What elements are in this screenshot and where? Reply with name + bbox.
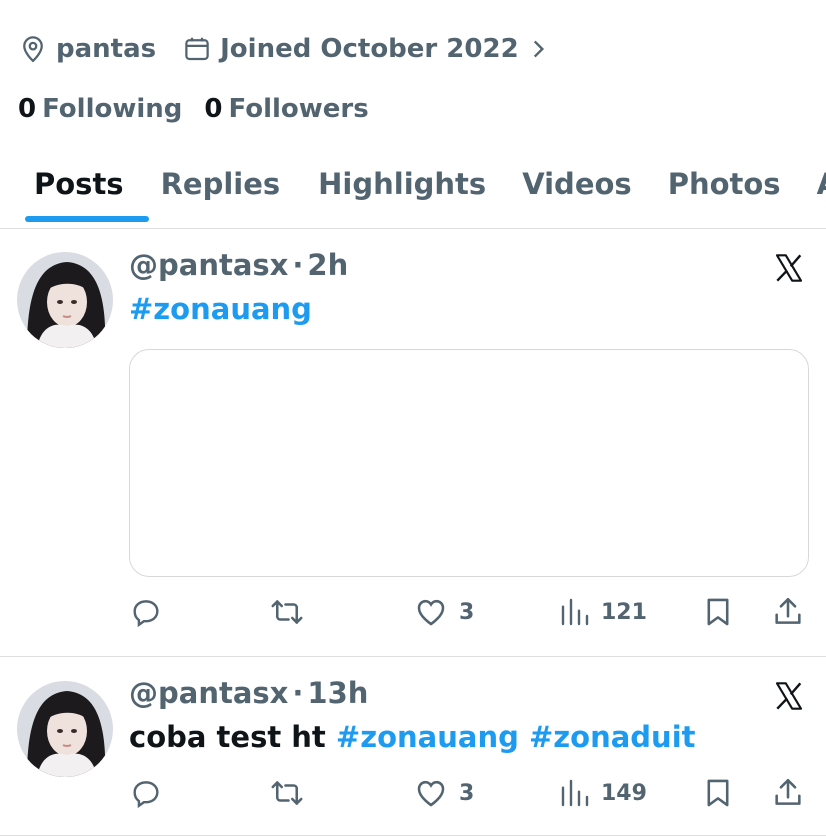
like-icon <box>417 780 445 807</box>
post-media[interactable] <box>129 349 809 577</box>
following-count: 0 <box>18 94 37 124</box>
tab-posts-label: Posts <box>34 167 124 201</box>
tab-posts[interactable]: Posts <box>0 148 149 222</box>
tabs-divider <box>0 228 826 229</box>
views-count: 121 <box>601 599 647 625</box>
active-tab-indicator <box>25 216 149 222</box>
share-button[interactable] <box>771 592 805 632</box>
separator-dot: · <box>292 676 304 710</box>
hashtag-link[interactable]: #zonaduit <box>529 720 696 754</box>
post-time[interactable]: 2h <box>307 248 348 282</box>
reply-icon <box>133 781 159 809</box>
repost-button[interactable] <box>269 773 305 813</box>
tab-photos-label: Photos <box>667 167 781 201</box>
reply-icon <box>133 600 159 628</box>
location-text: pantas <box>56 34 157 64</box>
like-count: 3 <box>459 780 475 806</box>
followers-count: 0 <box>204 94 223 124</box>
share-icon <box>775 597 801 624</box>
like-count: 3 <box>459 599 475 625</box>
chevron-right-icon <box>533 40 544 58</box>
reply-button[interactable] <box>129 592 163 632</box>
tab-replies[interactable]: Replies <box>148 148 299 220</box>
following-label: Following <box>42 94 183 124</box>
location: pantas <box>18 34 156 64</box>
post-header: @pantasx · 2h <box>129 248 348 282</box>
bookmark-button[interactable] <box>701 773 735 813</box>
calendar-icon <box>185 37 209 61</box>
hashtag-link[interactable]: #zonauang <box>129 292 312 326</box>
views-count: 149 <box>601 780 647 806</box>
post-handle[interactable]: @pantasx <box>129 676 288 710</box>
reply-button[interactable] <box>129 773 163 813</box>
share-icon <box>775 778 801 805</box>
hashtag-link[interactable]: #zonauang <box>336 720 519 754</box>
post-divider <box>0 835 826 836</box>
followers-label: Followers <box>228 94 369 124</box>
joined-text: Joined October 2022 <box>220 34 519 64</box>
post-time[interactable]: 13h <box>307 676 368 710</box>
post-divider <box>0 656 826 657</box>
tab-videos[interactable]: Videos <box>504 148 650 220</box>
views-button[interactable]: 149 <box>559 773 647 813</box>
share-button[interactable] <box>771 773 805 813</box>
repost-button[interactable] <box>269 592 305 632</box>
location-pin-icon <box>23 36 43 63</box>
like-button[interactable]: 3 <box>413 592 474 632</box>
tab-replies-label: Replies <box>160 167 281 201</box>
views-button[interactable]: 121 <box>559 592 647 632</box>
profile-meta: pantas Joined October 2022 <box>18 28 577 70</box>
repost-icon <box>271 600 303 624</box>
post-actions: 3 149 <box>129 773 809 813</box>
like-button[interactable]: 3 <box>413 773 474 813</box>
avatar[interactable] <box>17 252 113 348</box>
bookmark-button[interactable] <box>701 592 735 632</box>
tab-highlights[interactable]: Highlights <box>298 148 504 220</box>
bookmark-icon <box>707 598 729 626</box>
joined-date[interactable]: Joined October 2022 <box>182 34 551 64</box>
profile-tabs: Posts Replies Highlights Videos Photos A… <box>0 148 826 228</box>
x-logo-icon <box>775 682 803 710</box>
post-handle[interactable]: @pantasx <box>129 248 288 282</box>
tab-highlights-label: Highlights <box>318 167 487 201</box>
post-header: @pantasx · 13h <box>129 676 368 710</box>
avatar[interactable] <box>17 681 113 777</box>
tab-articles[interactable]: Ar <box>799 148 826 220</box>
post-actions: 3 121 <box>129 592 809 632</box>
post-text: coba test ht #zonauang #zonaduit <box>129 720 696 754</box>
separator-dot: · <box>292 248 304 282</box>
post-text: #zonauang <box>129 292 312 326</box>
views-icon <box>561 598 589 626</box>
like-icon <box>417 599 445 626</box>
tab-articles-label: Ar <box>817 167 826 201</box>
x-logo-icon <box>775 254 803 282</box>
bookmark-icon <box>707 779 729 807</box>
follow-stats: 0 Following 0 Followers <box>18 88 391 130</box>
post-body: coba test ht <box>129 720 326 754</box>
following-link[interactable]: 0 Following <box>18 94 204 124</box>
followers-link[interactable]: 0 Followers <box>204 94 390 124</box>
tab-photos[interactable]: Photos <box>650 148 799 220</box>
repost-icon <box>271 781 303 805</box>
views-icon <box>561 779 589 807</box>
tab-videos-label: Videos <box>522 167 632 201</box>
